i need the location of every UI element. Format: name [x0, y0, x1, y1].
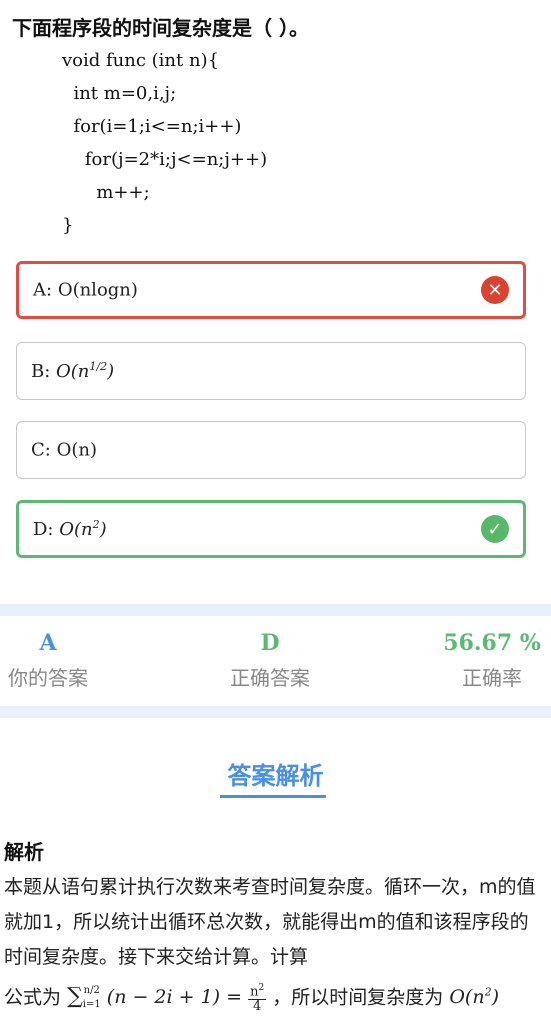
option-text: O(n2) [59, 518, 107, 540]
your-answer-value: A [39, 630, 57, 656]
analysis-heading: 解析 [4, 840, 44, 864]
accuracy-value: 56.67 % [443, 630, 541, 656]
option-c[interactable]: C: O(n) [16, 421, 526, 479]
code-line: } [62, 215, 74, 236]
analysis-section-title: 答案解析 [227, 762, 324, 790]
formula-prefix: 公式为 [4, 986, 62, 1009]
correct-answer-stat: D 正确答案 [224, 630, 316, 691]
complexity-result: O(n2) [449, 986, 499, 1009]
code-line: m++; [62, 182, 150, 203]
option-letter: C: [31, 439, 51, 461]
option-a[interactable]: A: O(nlogn) ✕ [16, 261, 526, 319]
question-title: 下面程序段的时间复杂度是（ ）。 [12, 16, 309, 40]
section-underline [220, 795, 326, 798]
code-line: for(j=2*i;j<=n;j++) [62, 149, 268, 170]
check-circle-icon: ✓ [481, 515, 509, 543]
option-d[interactable]: D: O(n2) ✓ [16, 500, 526, 558]
code-line: for(i=1;i<=n;i++) [62, 116, 242, 137]
option-text: O(n1/2) [56, 360, 115, 382]
code-block: void func (int n){ int m=0,i,j; for(i=1;… [62, 44, 267, 242]
formula-suffix: ，所以时间复杂度为 [272, 986, 444, 1009]
your-answer-stat: A 你的答案 [0, 630, 96, 691]
accuracy-stat: 56.67 % 正确率 [436, 630, 548, 691]
your-answer-label: 你的答案 [8, 666, 88, 690]
code-line: int m=0,i,j; [62, 83, 177, 104]
option-text: O(nlogn) [57, 279, 138, 301]
option-text: O(n) [56, 439, 97, 461]
summation-formula: ∑ n/2 i=1 (n − 2i + 1) = n2 4 [67, 983, 267, 1015]
correct-answer-label: 正确答案 [230, 666, 310, 690]
option-letter: B: [31, 361, 51, 382]
option-letter: A: [33, 279, 53, 301]
divider-band [0, 706, 551, 718]
option-letter: D: [33, 519, 54, 540]
analysis-text: 本题从语句累计执行次数来考查时间复杂度。循环一次，m的值就加1，所以统计出循环总… [4, 876, 536, 968]
code-line: void func (int n){ [62, 50, 220, 71]
analysis-body: 本题从语句累计执行次数来考查时间复杂度。循环一次，m的值就加1，所以统计出循环总… [4, 870, 544, 1015]
close-circle-icon: ✕ [481, 276, 509, 304]
accuracy-label: 正确率 [462, 666, 522, 690]
option-b[interactable]: B: O(n1/2) [16, 342, 526, 400]
correct-answer-value: D [260, 630, 280, 656]
divider-band [0, 604, 551, 616]
